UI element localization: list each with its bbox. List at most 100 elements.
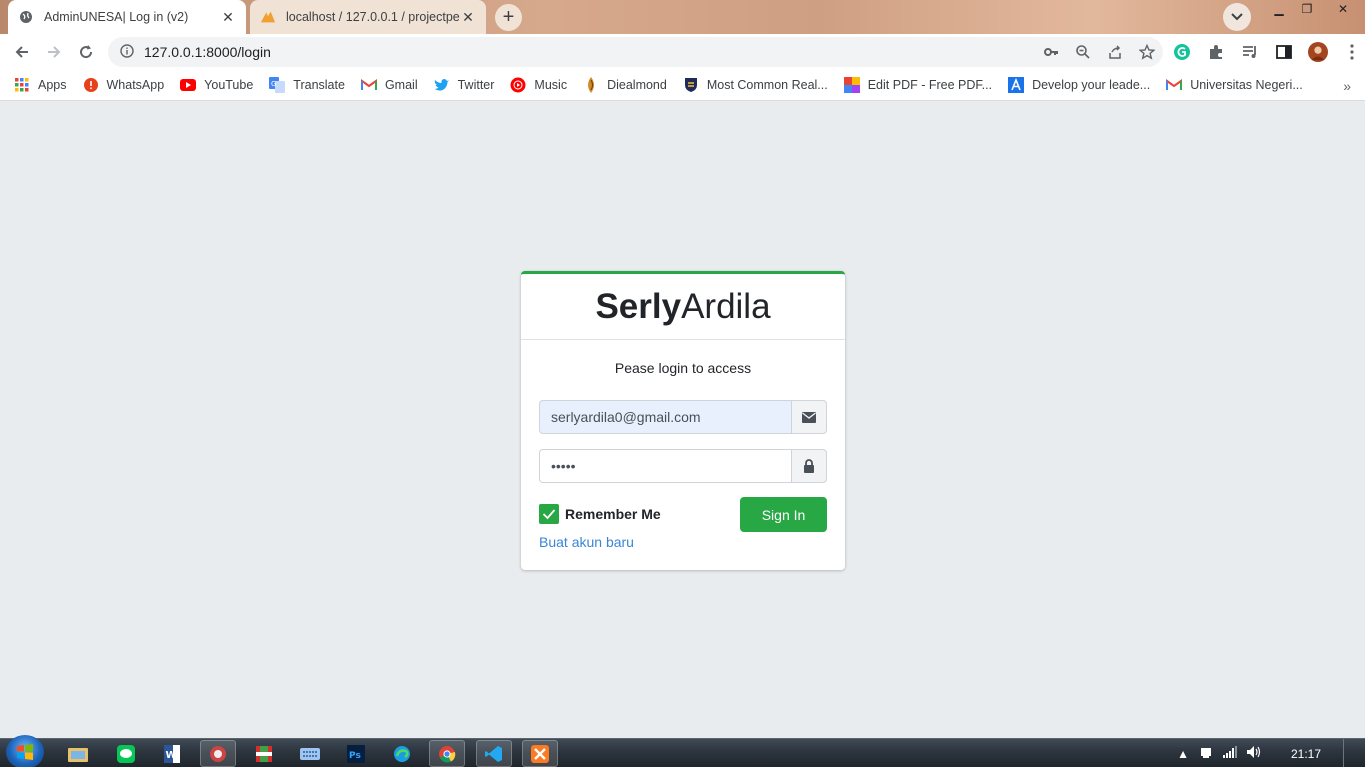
svg-text:W: W — [166, 750, 177, 761]
grammarly-icon[interactable] — [1172, 42, 1192, 62]
remember-me-checkbox[interactable]: Remember Me — [539, 504, 661, 524]
bookmark-label: Most Common Real... — [706, 78, 828, 92]
info-icon[interactable] — [120, 43, 134, 61]
bookmark-translate[interactable]: G Translate — [269, 77, 345, 93]
start-button[interactable] — [6, 735, 44, 767]
envelope-icon — [791, 400, 827, 434]
tray-expand-icon[interactable]: ▲ — [1177, 747, 1189, 761]
tab-title: AdminUNESA| Log in (v2) — [44, 10, 189, 24]
email-input[interactable] — [539, 400, 791, 434]
menu-dots-icon[interactable] — [1342, 42, 1362, 62]
music-icon — [510, 77, 526, 93]
password-input[interactable] — [539, 449, 791, 483]
brand-light[interactable]: Ardila — [681, 287, 770, 327]
tab-search-button[interactable] — [1223, 3, 1251, 31]
url-text[interactable]: 127.0.0.1:8000/login — [144, 44, 271, 60]
winrar-icon[interactable] — [246, 740, 282, 767]
profile-avatar[interactable] — [1308, 42, 1328, 62]
login-box-message: Pease login to access — [614, 360, 752, 376]
window-controls: ▁ ❐ ✕ — [1265, 0, 1365, 20]
bookmark-gmail[interactable]: Gmail — [360, 77, 418, 93]
diealmond-icon — [583, 77, 599, 93]
reload-button[interactable] — [72, 38, 100, 66]
bookmark-label: Diealmond — [607, 78, 667, 92]
svg-text:Ps: Ps — [349, 751, 361, 761]
zoom-icon[interactable] — [1075, 44, 1091, 60]
forward-button[interactable] — [40, 38, 68, 66]
back-button[interactable] — [8, 38, 36, 66]
bookmark-label: Translate — [293, 78, 345, 92]
chrome-icon[interactable] — [429, 740, 465, 767]
browser-toolbar: 127.0.0.1:8000/login — [0, 34, 1365, 70]
word-icon[interactable]: W — [154, 740, 190, 767]
register-link[interactable]: Buat akun baru — [539, 534, 634, 550]
media-controls-icon[interactable] — [1240, 42, 1260, 62]
login-card: SerlyArdila Pease login to access Rememb… — [521, 271, 845, 570]
system-tray: ▲ 21:17 — [1177, 739, 1365, 767]
line-icon[interactable] — [108, 740, 144, 767]
email-input-group — [539, 400, 827, 434]
bookmark-develop[interactable]: Develop your leade... — [1008, 77, 1150, 93]
bookmark-diealmond[interactable]: Diealmond — [583, 77, 667, 93]
pdf-icon — [843, 77, 860, 93]
bookmark-label: Universitas Negeri... — [1190, 78, 1303, 92]
bookmark-whatsapp[interactable]: WhatsApp — [83, 77, 165, 93]
bookmark-universitas[interactable]: Universitas Negeri... — [1166, 77, 1303, 93]
browser-titlebar: AdminUNESA| Log in (v2) ✕ localhost / 12… — [0, 0, 1365, 34]
photoshop-icon[interactable]: Ps — [338, 740, 374, 767]
bookmark-edit-pdf[interactable]: Edit PDF - Free PDF... — [843, 77, 993, 93]
address-bar[interactable]: 127.0.0.1:8000/login — [108, 37, 1163, 67]
keyboard-icon[interactable] — [292, 740, 328, 767]
close-window-icon[interactable]: ✕ — [1321, 0, 1365, 18]
tab-admin-login[interactable]: AdminUNESA| Log in (v2) ✕ — [8, 0, 246, 34]
share-icon[interactable] — [1107, 44, 1123, 60]
bookmark-apps[interactable]: Apps — [14, 77, 67, 93]
app-icon[interactable] — [200, 740, 236, 767]
bookmarks-bar: Apps WhatsApp YouTube G Translate Gmail … — [0, 70, 1365, 101]
side-panel-icon[interactable] — [1274, 42, 1294, 62]
xampp-icon[interactable] — [522, 740, 558, 767]
windows-taskbar: W Ps ▲ 21:17 — [0, 735, 1365, 767]
brand-bold[interactable]: Serly — [595, 287, 681, 327]
close-tab-icon[interactable]: ✕ — [220, 9, 236, 25]
extensions-icon[interactable] — [1206, 42, 1226, 62]
explorer-icon[interactable] — [60, 740, 96, 767]
arrow-right-icon — [48, 46, 61, 58]
letter-a-icon — [1008, 77, 1025, 93]
bookmark-youtube[interactable]: YouTube — [180, 77, 253, 93]
bookmark-label: Gmail — [384, 78, 418, 92]
edge-icon[interactable] — [384, 740, 420, 767]
remember-me-label[interactable]: Remember Me — [565, 506, 661, 522]
whatsapp-icon — [83, 77, 99, 93]
minimize-icon[interactable]: ▁ — [1265, 0, 1293, 18]
sign-in-button[interactable]: Sign In — [740, 497, 827, 532]
bookmark-label: Apps — [38, 78, 67, 92]
phpmyadmin-icon — [260, 9, 276, 25]
star-icon[interactable] — [1139, 44, 1155, 60]
bookmark-music[interactable]: Music — [510, 77, 567, 93]
youtube-icon — [180, 77, 197, 93]
close-tab-icon[interactable]: ✕ — [460, 9, 476, 25]
key-icon[interactable] — [1043, 44, 1059, 60]
card-header: Serly Ardila — [521, 274, 845, 340]
show-desktop-button[interactable] — [1343, 739, 1353, 767]
restore-icon[interactable]: ❐ — [1293, 0, 1321, 18]
clock[interactable]: 21:17 — [1291, 747, 1321, 761]
chevron-double-right-icon[interactable]: » — [1343, 78, 1351, 94]
bookmark-label: YouTube — [204, 78, 254, 92]
bookmark-label: Music — [534, 78, 568, 92]
bookmark-label: Edit PDF - Free PDF... — [867, 78, 993, 92]
checkmark-icon[interactable] — [539, 504, 559, 524]
new-tab-button[interactable]: + — [495, 4, 522, 31]
reload-icon — [80, 45, 93, 59]
network-device-icon[interactable] — [1199, 745, 1213, 762]
tab-phpmyadmin[interactable]: localhost / 127.0.0.1 / projectpem ✕ — [250, 0, 486, 34]
apps-grid-icon — [14, 77, 30, 93]
arrow-left-icon — [15, 46, 28, 58]
bookmark-label: WhatsApp — [106, 78, 165, 92]
bookmark-most-common[interactable]: Most Common Real... — [683, 77, 828, 93]
vscode-icon[interactable] — [476, 740, 512, 767]
bookmark-twitter[interactable]: Twitter — [434, 77, 494, 93]
volume-icon[interactable] — [1246, 746, 1261, 761]
signal-icon[interactable] — [1222, 746, 1237, 761]
